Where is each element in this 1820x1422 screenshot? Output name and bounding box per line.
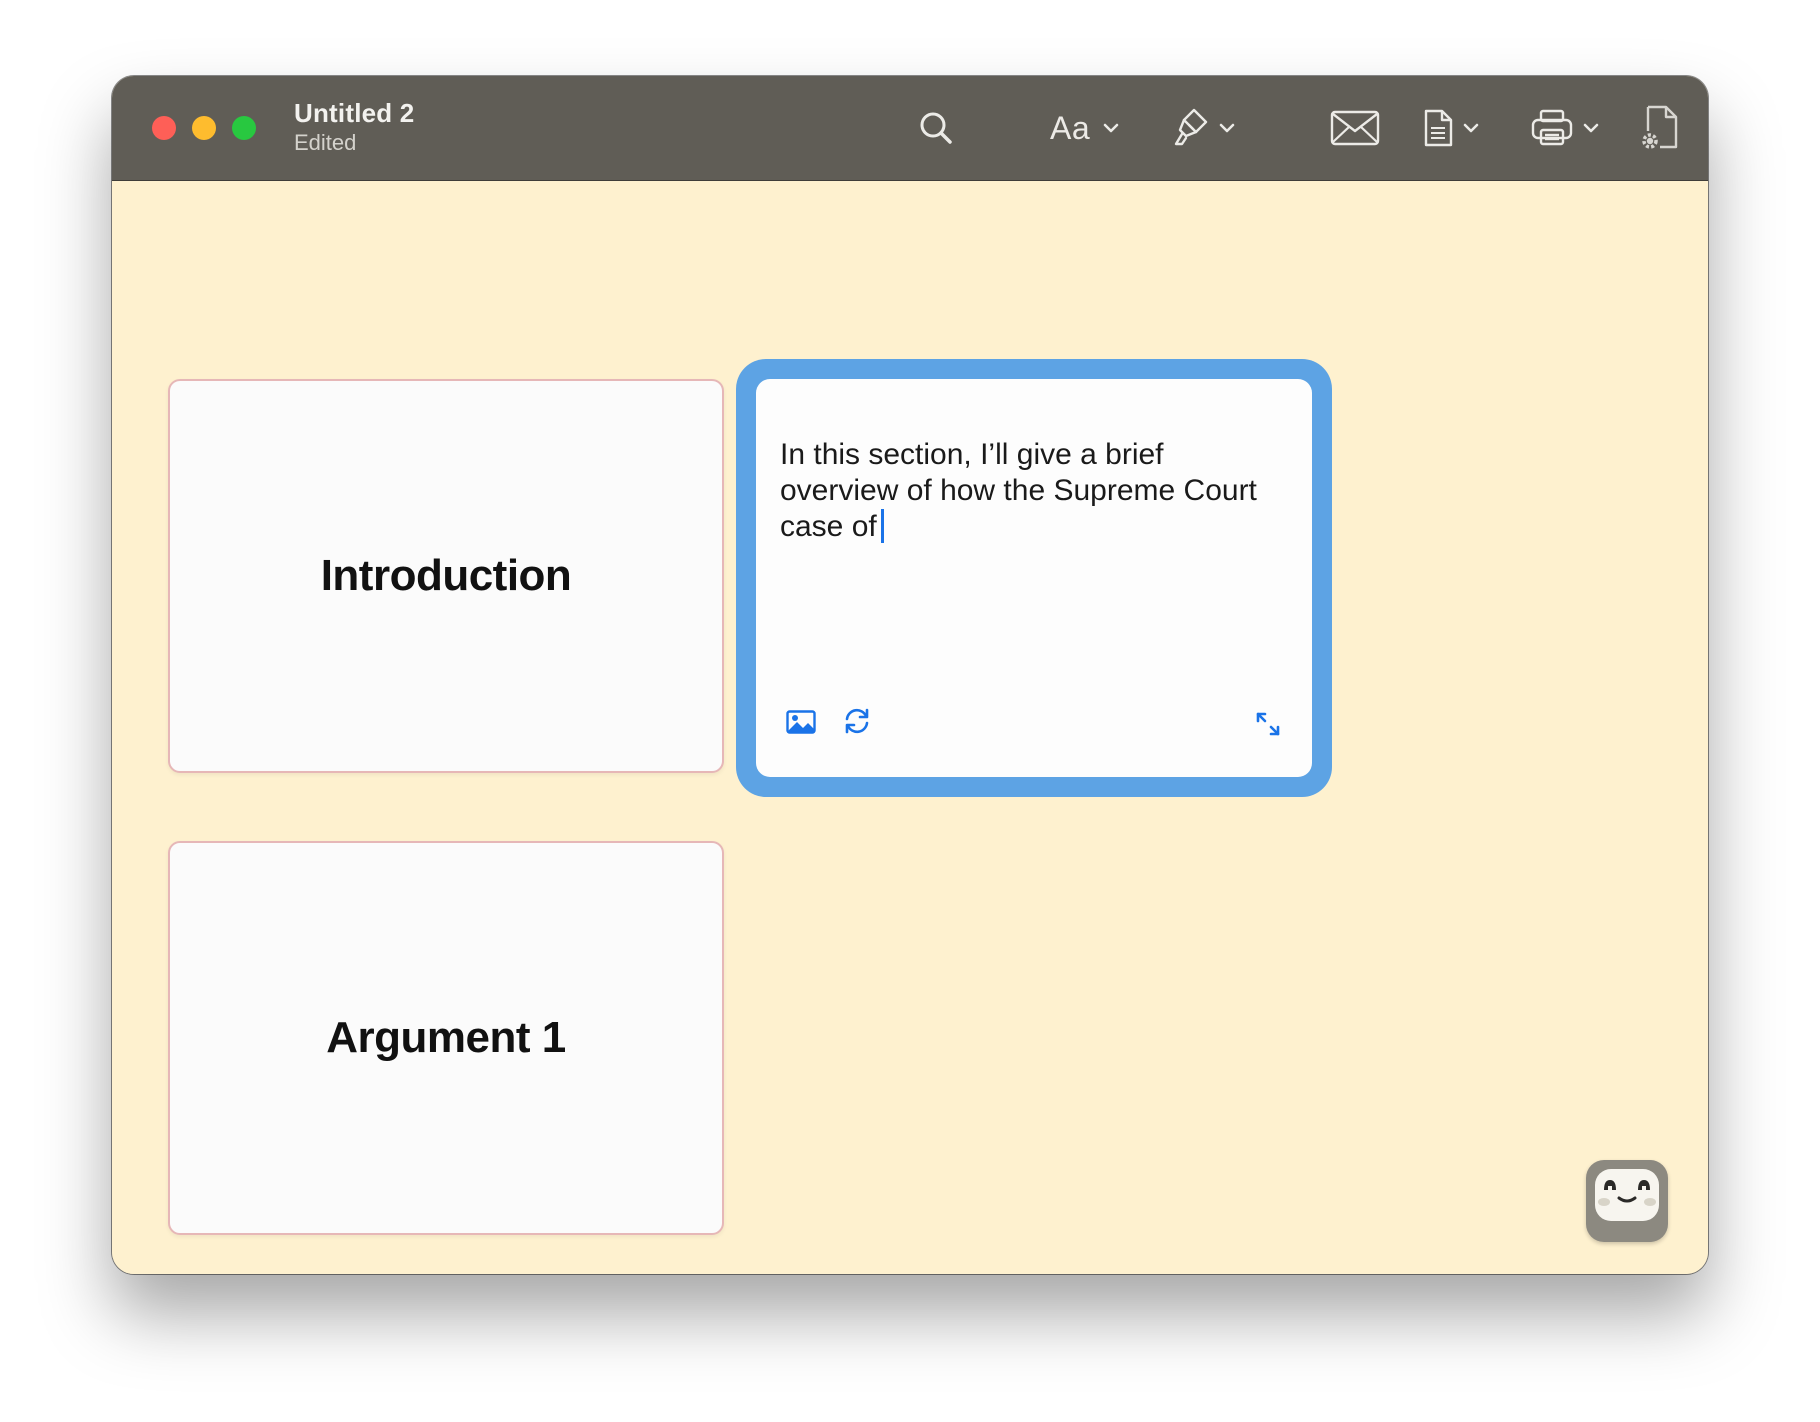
search-icon — [920, 112, 952, 144]
card-title: Argument 1 — [326, 1013, 566, 1062]
document-settings-button[interactable] — [1638, 98, 1684, 158]
chevron-down-icon — [1583, 123, 1599, 133]
highlighter-menu-button[interactable] — [1172, 98, 1240, 158]
search-button[interactable] — [918, 98, 954, 158]
mail-button[interactable] — [1330, 98, 1380, 158]
chevron-down-icon — [1103, 123, 1119, 133]
text-caret — [880, 509, 884, 543]
document-title[interactable]: Untitled 2 — [294, 98, 414, 129]
mascot-face-icon — [1595, 1169, 1659, 1221]
highlighter-icon — [1174, 108, 1208, 146]
document-gear-icon — [1642, 105, 1678, 149]
font-label: Aa — [1050, 109, 1091, 146]
document-icon — [1424, 109, 1453, 147]
mail-icon — [1330, 110, 1380, 146]
card-canvas[interactable]: Introduction Argument 1 In this section,… — [112, 181, 1708, 1274]
print-menu-button[interactable] — [1530, 98, 1604, 158]
active-card-editor[interactable]: In this section, I’ll give a brief overv… — [756, 379, 1312, 777]
title-bar: Untitled 2 Edited Aa — [112, 76, 1708, 181]
minimize-window-button[interactable] — [192, 116, 216, 140]
document-menu-button[interactable] — [1422, 98, 1484, 158]
expand-card-button[interactable] — [1254, 710, 1282, 743]
app-window: Untitled 2 Edited Aa Introduction Argume… — [112, 76, 1708, 1274]
active-card[interactable]: In this section, I’ll give a brief overv… — [736, 359, 1332, 797]
image-icon — [786, 710, 816, 734]
close-window-button[interactable] — [152, 116, 176, 140]
chevron-down-icon — [1463, 123, 1479, 133]
insert-image-button[interactable] — [786, 710, 816, 739]
card-body-text: In this section, I’ll give a brief overv… — [780, 438, 1257, 543]
card-argument-1[interactable]: Argument 1 — [168, 841, 724, 1235]
refresh-icon — [845, 708, 869, 734]
card-title: Introduction — [320, 551, 572, 600]
chevron-down-icon — [1219, 123, 1235, 133]
zoom-window-button[interactable] — [232, 116, 256, 140]
card-introduction[interactable]: Introduction — [168, 379, 724, 773]
flip-card-button[interactable] — [842, 706, 872, 741]
assistant-mascot-button[interactable] — [1586, 1160, 1668, 1242]
font-menu-button[interactable]: Aa — [1050, 98, 1124, 158]
printer-icon — [1531, 109, 1573, 146]
card-text-editor[interactable]: In this section, I’ll give a brief overv… — [780, 437, 1280, 545]
expand-icon — [1256, 712, 1280, 736]
document-status: Edited — [294, 130, 357, 155]
